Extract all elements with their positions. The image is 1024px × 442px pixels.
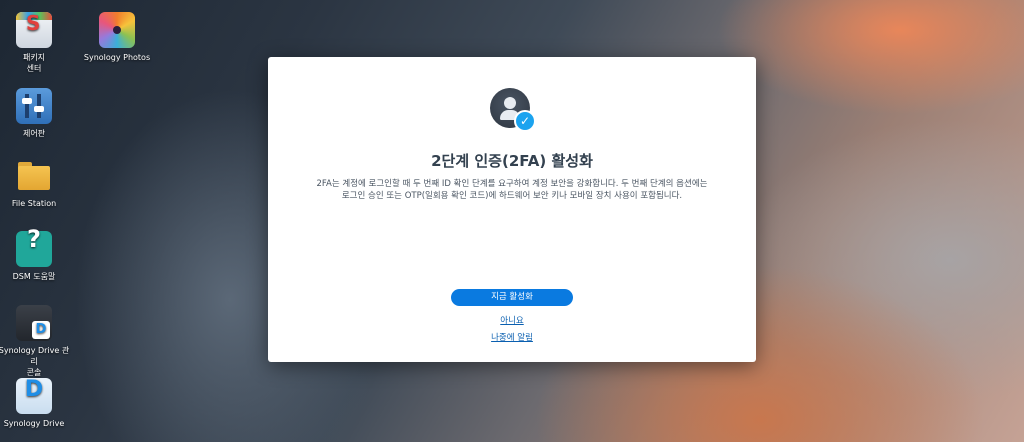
photos-icon [99,12,135,48]
drive-icon [16,378,52,414]
desktop-icon-label: Synology Drive [3,419,65,428]
package-center-icon [16,12,52,48]
desktop-icon-label: DSM 도움말 [12,272,56,281]
desktop-icon-dsm-help[interactable]: DSM 도움말 [0,231,70,282]
desktop-icon-label: File Station [11,199,57,208]
two-factor-auth-dialog: ✓ 2단계 인증(2FA) 활성화 2FA는 계정에 로그인할 때 두 번째 I… [268,57,756,362]
drive-admin-console-icon [16,305,52,341]
dialog-title: 2단계 인증(2FA) 활성화 [431,152,593,170]
desktop-icon-label: 제어판 [22,129,46,138]
dialog-description: 2FA는 계정에 로그인할 때 두 번째 ID 확인 단계를 요구하여 계정 보… [316,179,708,201]
folder-icon [16,158,52,194]
desktop-icon-label: Synology Photos [83,53,151,62]
user-shield-check-icon: ✓ [490,88,536,132]
desktop-icon-synology-photos[interactable]: Synology Photos [81,12,153,63]
remind-later-link[interactable]: 나중에 알림 [268,331,756,343]
desktop-icon-label: 패키지 센터 [22,53,46,73]
desktop-icon-synology-drive[interactable]: Synology Drive [0,378,70,429]
control-panel-icon [16,88,52,124]
desktop-icon-package-center[interactable]: 패키지 센터 [0,12,70,74]
desktop-icon-file-station[interactable]: File Station [0,158,70,209]
desktop-icon-drive-admin-console[interactable]: Synology Drive 관리 콘솔 [0,305,70,378]
enable-now-button[interactable]: 지금 활성화 [451,289,573,306]
desktop-icon-label: Synology Drive 관리 콘솔 [0,346,70,377]
no-link[interactable]: 아니요 [268,314,756,326]
desktop-icon-control-panel[interactable]: 제어판 [0,88,70,139]
help-icon [16,231,52,267]
